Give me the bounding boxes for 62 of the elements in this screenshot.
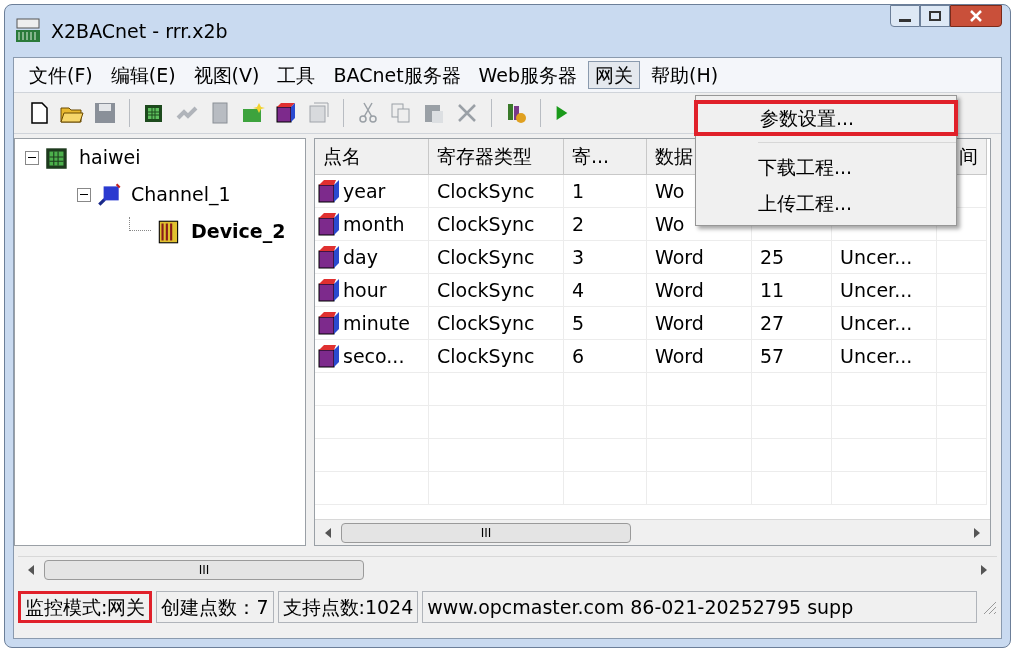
table-cell: 25	[752, 241, 832, 274]
table-cell: 2	[564, 208, 647, 241]
table-cell: 4	[564, 274, 647, 307]
table-cell: month	[315, 208, 429, 241]
table-cell: 27	[752, 307, 832, 340]
window-title: X2BACnet - rrr.x2b	[51, 18, 228, 44]
table-cell: Word	[647, 241, 752, 274]
table-cell: 6	[564, 340, 647, 373]
scrollbar-thumb[interactable]: III	[44, 559, 364, 580]
table-cell: Uncer...	[832, 241, 937, 274]
table-cell: day	[315, 241, 429, 274]
menu-item[interactable]: 编辑(E)	[103, 61, 183, 89]
scrollbar-thumb[interactable]: III	[341, 522, 631, 543]
close-icon	[970, 10, 982, 22]
save-icon[interactable]	[92, 100, 118, 126]
table-cell: Uncer...	[832, 274, 937, 307]
dropdown-item[interactable]: 参数设置...	[694, 100, 958, 136]
table-cell: Word	[647, 274, 752, 307]
status-field: www.opcmaster.com 86-021-20252795 supp	[422, 591, 977, 623]
table-cell: ClockSync	[429, 175, 564, 208]
minimize-button[interactable]	[890, 5, 920, 27]
collapse-toggle[interactable]	[77, 187, 91, 202]
table-cell: ClockSync	[429, 307, 564, 340]
column-header[interactable]: 点名	[315, 139, 429, 175]
table-cell: 3	[564, 241, 647, 274]
resize-grip-icon[interactable]	[981, 599, 997, 615]
column-header[interactable]: 寄...	[564, 139, 647, 175]
table-cell: seco...	[315, 340, 429, 373]
status-field: 监控模式:网关	[18, 591, 153, 623]
table-cell: ClockSync	[429, 208, 564, 241]
table-cell: Word	[647, 307, 752, 340]
menu-item[interactable]: 工具	[270, 61, 323, 89]
tree-item[interactable]: Device_2	[191, 217, 286, 246]
tree-item[interactable]: haiwei	[79, 143, 141, 172]
horizontal-scrollbar[interactable]: III	[18, 556, 997, 582]
table-cell: 1	[564, 175, 647, 208]
table-cell: Word	[647, 340, 752, 373]
status-field: 支持点数:1024	[277, 591, 419, 623]
table-cell: ClockSync	[429, 241, 564, 274]
menu-item[interactable]: Web服务器	[471, 61, 585, 89]
table-cell: Uncer...	[832, 340, 937, 373]
menu-item[interactable]: BACnet服务器	[326, 61, 468, 89]
menu-item[interactable]: 网关	[588, 61, 641, 89]
horizontal-scrollbar[interactable]: III	[315, 519, 990, 545]
table-cell: hour	[315, 274, 429, 307]
table-cell: 5	[564, 307, 647, 340]
table-cell: Uncer...	[832, 307, 937, 340]
collapse-toggle[interactable]	[25, 150, 39, 165]
table-cell: 57	[752, 340, 832, 373]
column-header[interactable]: 寄存器类型	[429, 139, 564, 175]
table-cell: year	[315, 175, 429, 208]
maximize-button[interactable]	[920, 5, 950, 27]
table-cell: minute	[315, 307, 429, 340]
menu-item[interactable]: 视图(V)	[186, 61, 267, 89]
close-button[interactable]	[950, 5, 1002, 27]
menu-item[interactable]: 文件(F)	[22, 61, 100, 89]
status-field: 创建点数：7	[156, 591, 274, 623]
table-cell: ClockSync	[429, 340, 564, 373]
tree-item[interactable]: Channel_1	[131, 180, 231, 209]
table-cell: ClockSync	[429, 274, 564, 307]
table-cell: 11	[752, 274, 832, 307]
menu-item[interactable]: 帮助(H)	[644, 61, 726, 89]
